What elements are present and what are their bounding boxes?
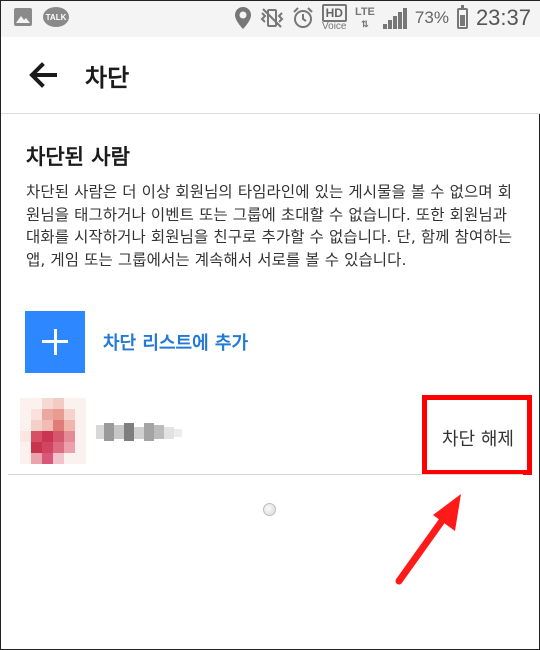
- battery-fill: [459, 15, 465, 26]
- network-label: LTE: [354, 6, 375, 18]
- section-description: 차단된 사람은 더 이상 회원님의 타임라인에 있는 게시물을 볼 수 없으며 …: [26, 183, 513, 269]
- back-button[interactable]: [25, 57, 61, 93]
- add-to-block-list-label: 차단 리스트에 추가: [103, 333, 249, 354]
- gallery-icon: [14, 8, 32, 26]
- signal-icon: [382, 7, 407, 29]
- kakaotalk-icon: TALK: [43, 7, 69, 27]
- location-icon: [234, 7, 251, 29]
- vibrate-mute-icon: [260, 8, 284, 28]
- row-divider: [8, 474, 523, 475]
- back-arrow-icon: [29, 62, 57, 88]
- app-bar: 차단: [1, 37, 540, 114]
- hd-voice-icon: HD Voice: [321, 4, 347, 32]
- add-to-block-list-button[interactable]: 차단 리스트에 추가: [25, 311, 248, 373]
- status-bar: TALK HD Voice LTE ⇅ 73% 23:37: [1, 1, 540, 37]
- section-title: 차단된 사람: [26, 145, 130, 169]
- lte-icon: LTE ⇅: [354, 6, 375, 29]
- annotation-arrow: [395, 494, 461, 585]
- annotation-highlight-box: [422, 395, 532, 475]
- plus-icon: [25, 311, 85, 373]
- voice-label: Voice: [322, 21, 347, 32]
- battery-icon: [456, 4, 468, 29]
- hd-label: HD: [321, 4, 347, 22]
- battery-percentage: 73%: [414, 8, 449, 27]
- avatar: [20, 398, 86, 464]
- clock: 23:37: [475, 5, 531, 30]
- blocked-person-name-blurred: [96, 421, 184, 443]
- alarm-icon: [292, 7, 313, 28]
- loading-indicator: [263, 503, 276, 516]
- page-title: 차단: [85, 64, 130, 92]
